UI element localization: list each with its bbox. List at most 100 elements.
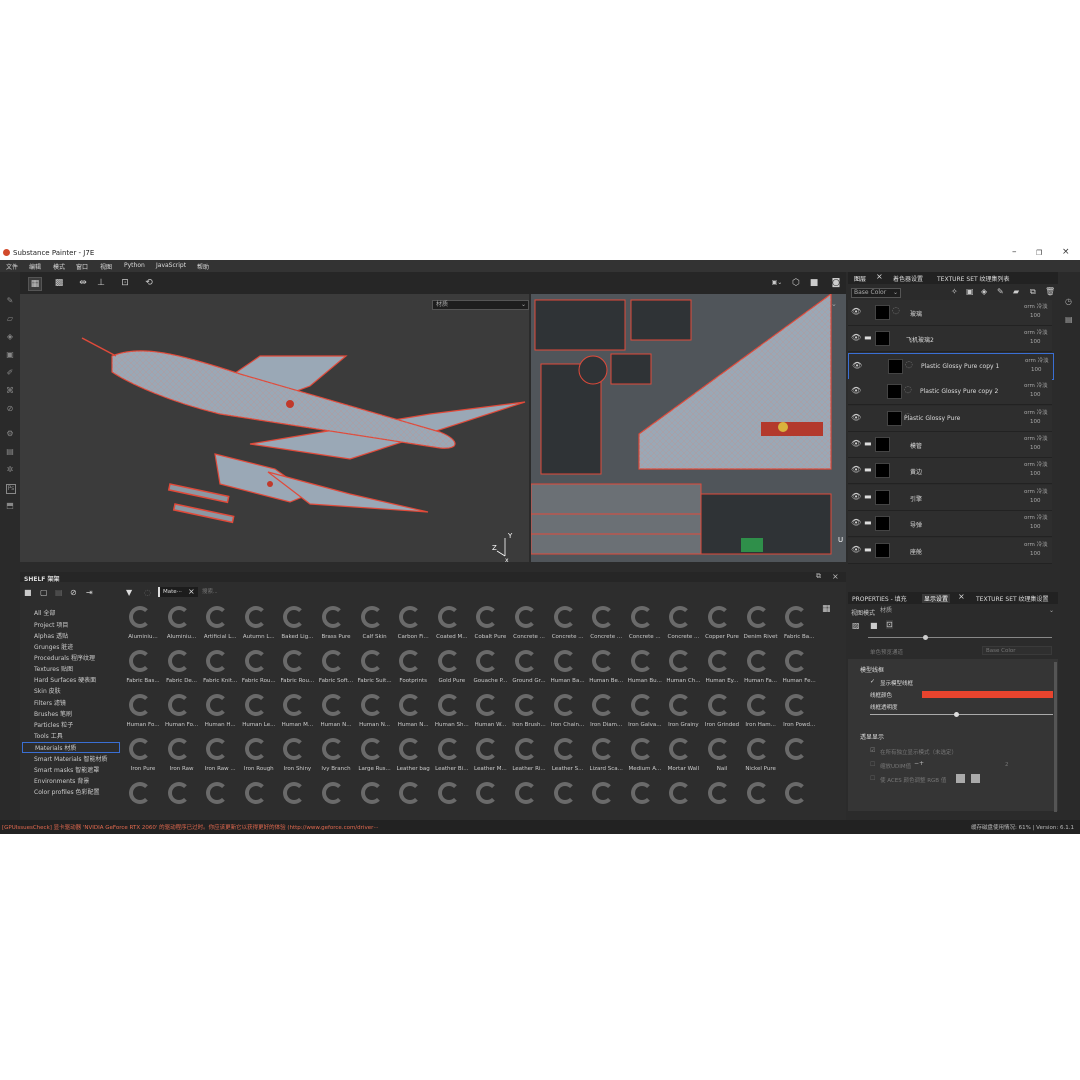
- layer-blend-mode[interactable]: orm 冷淡: [1024, 487, 1048, 495]
- channel-preview-field[interactable]: Base Color: [982, 646, 1052, 655]
- top-slider-track[interactable]: [868, 637, 1052, 638]
- channel-select[interactable]: Base Color ⌄: [851, 288, 901, 298]
- material-thumbnail[interactable]: Human Fo...: [163, 692, 201, 736]
- camera-icon[interactable]: ■: [808, 277, 820, 289]
- material-thumbnail[interactable]: Fabric Knit...: [201, 648, 239, 692]
- menu-javascript[interactable]: JavaScript: [156, 262, 186, 269]
- material-thumbnail[interactable]: Copper Pure: [703, 604, 741, 648]
- camera-icon[interactable]: ■: [870, 621, 878, 630]
- material-thumbnail[interactable]: [549, 780, 587, 818]
- new-folder-icon[interactable]: ▢: [40, 588, 48, 597]
- layer-blend-mode[interactable]: orm 冷淡: [1024, 328, 1048, 336]
- cube-icon[interactable]: ⬡: [790, 277, 802, 289]
- material-thumbnail[interactable]: Human N...: [317, 692, 355, 736]
- tab-texture-set-settings[interactable]: TEXTURE SET 纹理集设置: [976, 594, 1049, 603]
- grid-2d-3d-icon[interactable]: ▦: [28, 277, 42, 291]
- material-thumbnail[interactable]: Iron Grinded: [703, 692, 741, 736]
- folder-icon[interactable]: ▬: [864, 545, 872, 554]
- material-thumbnail[interactable]: [587, 780, 625, 818]
- folder-icon[interactable]: ■: [24, 588, 32, 597]
- material-thumbnail[interactable]: [356, 780, 394, 818]
- close-icon[interactable]: ×: [1062, 247, 1070, 257]
- material-thumbnail[interactable]: Fabric Soft...: [317, 648, 355, 692]
- material-view-icon[interactable]: ▨: [852, 621, 860, 630]
- material-thumbnail[interactable]: Concrete ...: [587, 604, 625, 648]
- menu-file[interactable]: 文件: [6, 262, 18, 271]
- material-thumbnail[interactable]: Iron Grainy: [664, 692, 702, 736]
- smudge-icon[interactable]: ✐: [6, 369, 14, 377]
- eye-icon[interactable]: 👁: [852, 361, 862, 370]
- shelf-category-all[interactable]: All 全部: [34, 608, 55, 617]
- material-thumbnail[interactable]: Gouache P...: [471, 648, 509, 692]
- align-icon[interactable]: ⊥: [95, 277, 107, 289]
- material-thumbnail[interactable]: Human Ey...: [703, 648, 741, 692]
- material-thumbnail[interactable]: Human M...: [278, 692, 316, 736]
- folder-icon[interactable]: ▬: [864, 465, 872, 474]
- menu-help[interactable]: 帮助: [197, 262, 209, 271]
- wire-color-swatch[interactable]: [922, 691, 1053, 698]
- stepper-icon[interactable]: −+: [914, 760, 924, 767]
- history-icon[interactable]: ◷: [1065, 297, 1072, 306]
- history-icon[interactable]: ⟲: [143, 277, 155, 289]
- material-thumbnail[interactable]: Footprints: [394, 648, 432, 692]
- material-thumbnail[interactable]: Iron Ham...: [742, 692, 780, 736]
- material-thumbnail[interactable]: Denim Rivet: [742, 604, 780, 648]
- export-icon[interactable]: ⬒: [6, 502, 14, 510]
- tab-display-settings[interactable]: 显示设置: [922, 594, 951, 603]
- properties-scrollbar[interactable]: [1054, 662, 1057, 812]
- material-thumbnail[interactable]: Concrete ...: [549, 604, 587, 648]
- eye-icon[interactable]: 👁: [851, 307, 861, 316]
- material-thumbnail[interactable]: Human Sh...: [433, 692, 471, 736]
- top-slider-handle[interactable]: [923, 635, 928, 640]
- material-thumbnail[interactable]: Nail: [703, 736, 741, 780]
- add-folder-icon[interactable]: ▰: [1013, 287, 1019, 296]
- material-thumbnail[interactable]: [703, 780, 741, 818]
- material-thumbnail[interactable]: Leather Ri...: [510, 736, 548, 780]
- add-paint-layer-icon[interactable]: ✎: [997, 287, 1004, 296]
- material-thumbnail[interactable]: Leather Bi...: [433, 736, 471, 780]
- shelf-category-procedurals[interactable]: Procedurals 程序纹理: [34, 653, 95, 662]
- shelf-category-particles[interactable]: Particles 粒子: [34, 720, 73, 729]
- layer-row[interactable]: 👁 ◌ Plastic Glossy Pure copy 2 orm 冷淡 100: [848, 379, 1052, 406]
- minimize-icon[interactable]: –: [1012, 247, 1017, 257]
- frame-icon[interactable]: ⊡: [886, 620, 893, 629]
- material-thumbnail[interactable]: Artificial L...: [201, 604, 239, 648]
- picker-icon[interactable]: ⊘: [6, 405, 14, 413]
- eye-icon[interactable]: 👁: [851, 413, 861, 422]
- symmetry-icon[interactable]: ⇹: [77, 277, 89, 289]
- shelf-category-smart-masks[interactable]: Smart masks 智能遮罩: [34, 765, 99, 774]
- material-thumbnail[interactable]: Human Ch...: [664, 648, 702, 692]
- viewport-3d-mode-select[interactable]: 材质 ⌄: [432, 300, 529, 310]
- layer-blend-mode[interactable]: orm 冷淡: [1025, 356, 1049, 364]
- tab-layers[interactable]: 图层: [854, 274, 866, 283]
- shelf-category-tools[interactable]: Tools 工具: [34, 731, 63, 740]
- material-thumbnail[interactable]: Iron Chain...: [549, 692, 587, 736]
- alpha-checkbox-3[interactable]: ☐: [870, 775, 875, 782]
- folder-icon[interactable]: ▬: [864, 492, 872, 501]
- material-thumbnail[interactable]: Iron Galva...: [626, 692, 664, 736]
- gpu-warning-text[interactable]: [GPUIssuesCheck] 显卡驱动器 'NVIDIA GeForce R…: [2, 823, 379, 831]
- material-thumbnail[interactable]: Iron Diam...: [587, 692, 625, 736]
- tab-texture-set-list[interactable]: TEXTURE SET 纹理集列表: [937, 274, 1010, 283]
- grid-3d-icon[interactable]: ▩: [53, 277, 65, 289]
- material-thumbnail[interactable]: Iron Powd...: [780, 692, 818, 736]
- view-mode-select[interactable]: 材质 ⌄: [878, 606, 1056, 615]
- duplicate-layer-icon[interactable]: ⧉: [1030, 287, 1036, 297]
- material-thumbnail[interactable]: [664, 780, 702, 818]
- material-thumbnail[interactable]: Human Bu...: [626, 648, 664, 692]
- shelf-category-textures[interactable]: Textures 贴图: [34, 664, 73, 673]
- paint-brush-icon[interactable]: ✎: [6, 297, 14, 305]
- eraser-icon[interactable]: ▱: [6, 315, 14, 323]
- layer-opacity[interactable]: 100: [1030, 524, 1041, 530]
- layer-opacity[interactable]: 100: [1030, 445, 1041, 451]
- material-thumbnail[interactable]: Aluminiu...: [124, 604, 162, 648]
- bake-icon[interactable]: ▤: [6, 448, 14, 456]
- gear-icon[interactable]: ✲: [6, 466, 14, 474]
- menu-python[interactable]: Python: [124, 262, 145, 269]
- filter-icon[interactable]: ▼: [126, 588, 132, 597]
- material-thumbnail[interactable]: Coated M...: [433, 604, 471, 648]
- material-thumbnail[interactable]: Brass Pure: [317, 604, 355, 648]
- folder-icon[interactable]: ▬: [864, 518, 872, 527]
- chevron-down-icon[interactable]: ⌄: [831, 300, 837, 308]
- add-fill-layer-icon[interactable]: ◈: [981, 287, 987, 296]
